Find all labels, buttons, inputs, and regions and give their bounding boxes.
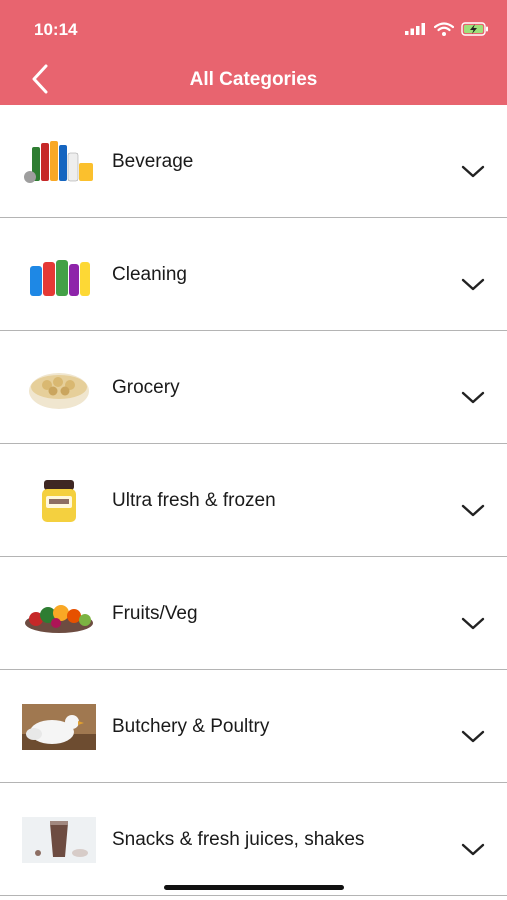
chevron-down-icon[interactable] [461, 278, 485, 292]
home-indicator[interactable] [164, 885, 344, 890]
category-label: Grocery [112, 377, 180, 398]
wifi-icon [434, 22, 454, 36]
cleaning-thumbnail-icon [30, 260, 90, 296]
beverage-thumbnail-icon [24, 141, 93, 183]
header-bar: 10:14 All Categories [0, 0, 507, 105]
category-row-grocery[interactable]: Grocery [0, 331, 507, 444]
category-label: Fruits/Veg [112, 603, 198, 624]
chevron-down-icon[interactable] [461, 391, 485, 405]
cashew-bowl-thumbnail-icon [29, 373, 89, 409]
category-label: Beverage [112, 151, 194, 172]
poultry-thumbnail-icon [22, 704, 96, 750]
category-list: Beverage Cleaning Grocery Ultra fresh & … [0, 105, 507, 896]
category-row-fruits-veg[interactable]: Fruits/Veg [0, 557, 507, 670]
fruits-vegetables-thumbnail-icon [25, 605, 93, 633]
category-label: Ultra fresh & frozen [112, 490, 276, 511]
category-label: Butchery & Poultry [112, 716, 270, 737]
chevron-down-icon[interactable] [461, 617, 485, 631]
battery-charging-icon [461, 22, 488, 36]
category-row-cleaning[interactable]: Cleaning [0, 218, 507, 331]
chevron-down-icon[interactable] [461, 843, 485, 857]
signal-icon [405, 23, 425, 35]
category-row-ultra-fresh-frozen[interactable]: Ultra fresh & frozen [0, 444, 507, 557]
category-label: Cleaning [112, 264, 187, 285]
category-row-butchery-poultry[interactable]: Butchery & Poultry [0, 670, 507, 783]
category-label: Snacks & fresh juices, shakes [112, 829, 365, 850]
chevron-down-icon[interactable] [461, 504, 485, 518]
category-row-beverage[interactable]: Beverage [0, 105, 507, 218]
status-icons [405, 22, 489, 36]
shake-thumbnail-icon [22, 817, 96, 863]
category-row-snacks-juices[interactable]: Snacks & fresh juices, shakes [0, 783, 507, 896]
chevron-down-icon[interactable] [461, 730, 485, 744]
jar-thumbnail-icon [42, 480, 76, 522]
page-title: All Categories [189, 69, 318, 90]
chevron-down-icon[interactable] [461, 165, 485, 179]
status-time: 10:14 [34, 20, 78, 39]
